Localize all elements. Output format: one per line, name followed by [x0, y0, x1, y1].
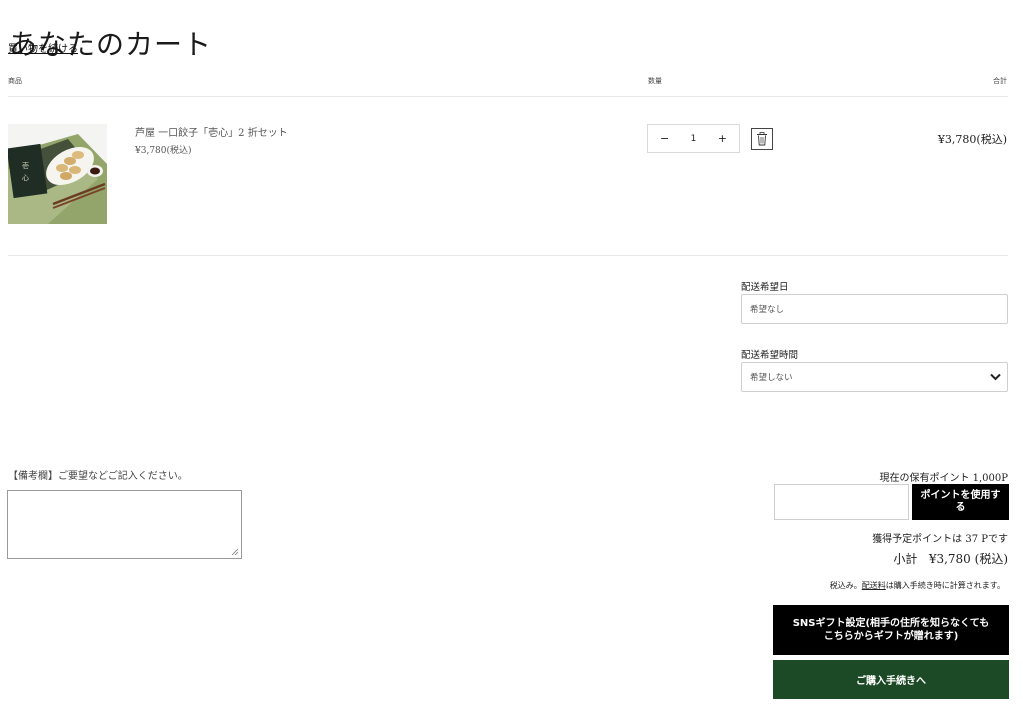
- note-textarea[interactable]: [7, 490, 242, 559]
- tax-note-suffix: は購入手続き時に計算されます。: [885, 581, 1005, 590]
- subtotal-label: 小計: [893, 552, 918, 566]
- subtotal-value: ¥3,780 (税込): [928, 552, 1008, 566]
- trash-icon: [757, 132, 767, 146]
- delivery-time-label: 配送希望時間: [741, 350, 799, 361]
- shipping-link[interactable]: 配送料: [862, 581, 886, 590]
- note-label: 【備考欄】ご要望などご記入ください。: [8, 471, 188, 482]
- product-unit-price: ¥3,780(税込): [135, 146, 192, 156]
- tax-note-prefix: 税込み。: [829, 581, 862, 590]
- quantity-stepper: − 1 +: [647, 124, 740, 153]
- quantity-increase-button[interactable]: +: [718, 132, 727, 145]
- delivery-date-label: 配送希望日: [741, 282, 789, 293]
- delivery-time-selected: 希望しない: [750, 373, 793, 383]
- product-image[interactable]: 壱 心: [8, 124, 107, 224]
- quantity-decrease-button[interactable]: −: [660, 132, 669, 145]
- earned-points: 獲得予定ポイントは 37 Pです: [872, 534, 1008, 545]
- remove-item-button[interactable]: [751, 128, 773, 150]
- line-item-total: ¥3,780(税込): [937, 133, 1007, 146]
- item-divider: [8, 255, 1008, 256]
- current-points: 現在の保有ポイント 1,000P: [879, 473, 1008, 484]
- continue-shopping-link[interactable]: 買い物を続ける: [8, 40, 78, 55]
- tax-note: 税込み。配送料は購入手続き時に計算されます。: [830, 580, 1005, 591]
- header-divider: [8, 96, 1008, 97]
- subtotal: 小計 ¥3,780 (税込): [893, 550, 1008, 567]
- delivery-date-placeholder: 希望なし: [750, 305, 785, 315]
- product-name-link[interactable]: 芦屋 一口餃子「壱心」2 折セット: [135, 124, 288, 139]
- quantity-value[interactable]: 1: [691, 134, 697, 144]
- delivery-date-input[interactable]: 希望なし: [741, 294, 1008, 324]
- points-input[interactable]: [774, 484, 909, 520]
- sns-gift-button[interactable]: SNSギフト設定(相手の住所を知らなくてもこちらからギフトが贈れます): [773, 605, 1009, 655]
- column-header-quantity: 数量: [648, 77, 662, 85]
- svg-text:壱: 壱: [22, 161, 29, 170]
- column-header-product: 商品: [8, 77, 22, 85]
- checkout-button[interactable]: ご購入手続きへ: [773, 660, 1009, 699]
- chevron-down-icon: [990, 373, 1001, 381]
- column-header-total: 合計: [993, 77, 1007, 85]
- resize-handle-icon[interactable]: [231, 548, 239, 556]
- svg-text:心: 心: [22, 174, 29, 182]
- delivery-time-select[interactable]: 希望しない: [741, 362, 1008, 392]
- use-points-button[interactable]: ポイントを使用する: [912, 484, 1009, 520]
